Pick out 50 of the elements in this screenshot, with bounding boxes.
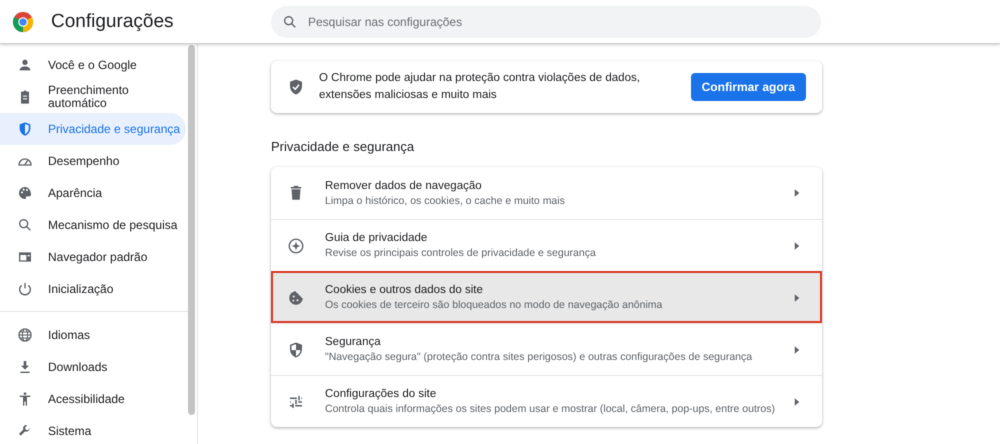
row-subtitle: "Navegação segura" (proteção contra sites perigosos) e outras configurações de segurança xyxy=(325,351,754,363)
confirm-button[interactable]: Confirmar agora xyxy=(690,73,806,101)
chevron-right-icon xyxy=(794,294,800,302)
row-subtitle: Os cookies de terceiro são bloqueados no modo de navegação anônima xyxy=(325,299,664,311)
sidebar-item[interactable]: Mecanismo de pesquisa xyxy=(0,209,186,241)
chevron-right-icon xyxy=(794,189,800,197)
row-subtitle: Limpa o histórico, os cookies, o cache e muito mais xyxy=(325,194,566,206)
row-subtitle: Controla quais informações os sites podem usar e mostrar (local, câmera, pop-ups, entre outros) xyxy=(325,403,776,415)
sidebar-item[interactable]: Você e o Google xyxy=(0,49,186,81)
browser-logo-icon xyxy=(12,10,34,32)
shield-icon xyxy=(17,121,33,137)
row-title: Guia de privacidade xyxy=(325,232,428,244)
settings-row[interactable]: Segurança "Navegação segura" (proteção contra sites perigosos) e outras configurações de segurança xyxy=(271,323,822,375)
sidebar-item[interactable]: Navegador padrão xyxy=(0,241,186,273)
accessibility-icon xyxy=(17,391,33,407)
sidebar-item[interactable]: Sistema xyxy=(0,415,186,444)
row-title: Configurações do site xyxy=(325,388,438,400)
scrollbar-thumb[interactable] xyxy=(188,45,195,415)
page-title: Configurações xyxy=(51,10,174,32)
shield-check-icon xyxy=(287,78,305,96)
chevron-right-icon xyxy=(794,242,800,250)
row-title: Remover dados de navegação xyxy=(325,180,483,192)
search-icon xyxy=(282,14,298,30)
sidebar-item[interactable]: Downloads xyxy=(0,351,186,383)
settings-row[interactable]: Configurações do site Controla quais informações os sites podem usar e mostrar (local, câmera, pop-ups, entre outros) xyxy=(271,375,822,427)
chevron-right-icon xyxy=(794,398,800,406)
sidebar-item[interactable]: Idiomas xyxy=(0,319,186,351)
sidebar-item[interactable]: Acessibilidade xyxy=(0,383,186,415)
person-icon xyxy=(17,57,33,73)
section-heading: Privacidade e segurança xyxy=(271,139,416,154)
sidebar-item[interactable]: Inicialização xyxy=(0,273,186,305)
sidebar-item[interactable]: Privacidade e segurança xyxy=(0,113,186,145)
shield-half-icon xyxy=(287,340,305,358)
chevron-right-icon xyxy=(794,346,800,354)
row-subtitle: Revise os principais controles de privacidade e segurança xyxy=(325,247,597,259)
sidebar-item[interactable]: Preenchimento automático xyxy=(0,81,186,113)
power-icon xyxy=(17,281,33,297)
search-field[interactable]: Pesquisar nas configurações xyxy=(271,6,821,38)
settings-row[interactable]: Remover dados de navegação Limpa o histórico, os cookies, o cache e muito mais xyxy=(271,167,822,219)
settings-row[interactable]: Cookies e outros dados do site Os cookies de terceiro são bloqueados no modo de navegação anônima xyxy=(271,271,822,323)
safety-check-text: O Chrome pode ajudar na proteção contra violações de dados, extensões maliciosas e muito mais xyxy=(319,71,641,103)
cookie-icon xyxy=(287,288,305,306)
search-icon xyxy=(17,217,33,233)
compass-icon xyxy=(287,236,305,254)
sidebar-item[interactable]: Aparência xyxy=(0,177,186,209)
palette-icon xyxy=(17,185,33,201)
sidebar-item[interactable]: Desempenho xyxy=(0,145,186,177)
row-title: Cookies e outros dados do site xyxy=(325,284,484,296)
globe-icon xyxy=(17,327,33,343)
row-title: Segurança xyxy=(325,336,382,348)
